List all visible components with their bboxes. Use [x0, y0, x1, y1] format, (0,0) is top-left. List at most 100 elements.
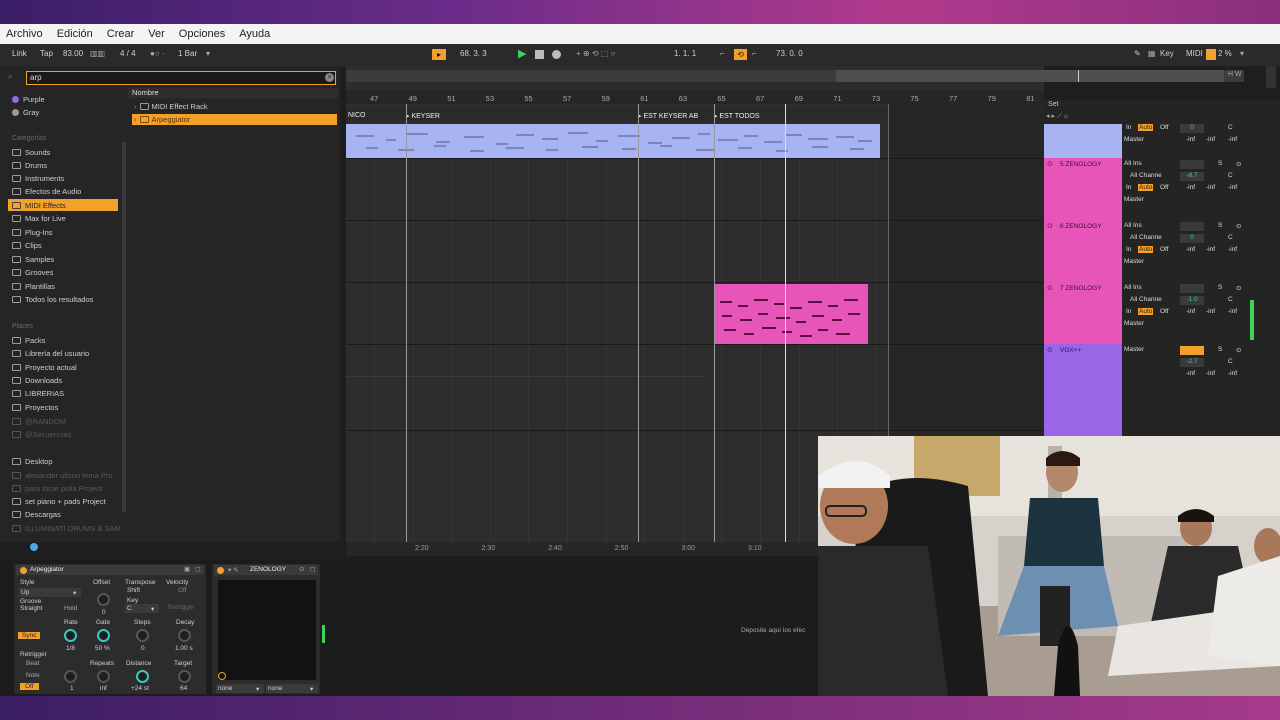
category-instruments[interactable]: Instruments	[12, 173, 64, 184]
loop-icon[interactable]: ⟲	[734, 49, 747, 60]
color-label-purple[interactable]: Purple	[12, 94, 45, 105]
power-icon[interactable]	[217, 567, 224, 574]
distance-knob[interactable]	[136, 670, 149, 683]
retrigger-knob[interactable]	[64, 670, 77, 683]
track-name-5[interactable]: 5 ZENOLOGY	[1060, 161, 1102, 168]
loop-start-field[interactable]: 1. 1. 1	[674, 49, 696, 58]
track-activator[interactable]	[1180, 346, 1204, 355]
metro-icon[interactable]: ▥▥	[90, 49, 105, 58]
retrigger-note[interactable]: Note	[26, 672, 40, 679]
decay-knob[interactable]	[178, 629, 191, 642]
monitor-auto[interactable]: Auto	[1138, 124, 1154, 131]
input-select[interactable]: All Ins	[1124, 222, 1142, 229]
monitor-auto[interactable]: Auto	[1138, 184, 1154, 191]
menu-ver[interactable]: Ver	[148, 28, 165, 40]
gate-knob[interactable]	[97, 629, 110, 642]
clear-search-icon[interactable]: ×	[325, 73, 334, 82]
track-name-6[interactable]: 6 ZENOLOGY	[1060, 223, 1102, 230]
place-user-library[interactable]: Librería del usuario	[12, 348, 89, 359]
arm-icon[interactable]: ⊙	[1236, 284, 1241, 292]
signature-field[interactable]: 4 / 4	[120, 49, 136, 58]
device-close-icon[interactable]: ◻	[195, 565, 200, 573]
track-activator[interactable]	[1180, 222, 1204, 231]
punch-out-icon[interactable]: ⌐	[752, 49, 757, 58]
track-toolbar-icon[interactable]: ◂ ▸ ⟋ ⌂	[1046, 112, 1121, 120]
steps-knob[interactable]	[136, 629, 149, 642]
channel-select[interactable]: All Channe	[1130, 296, 1162, 303]
category-max-for-live[interactable]: Max for Live	[12, 213, 66, 224]
fold-icon[interactable]: ⊙	[1047, 346, 1053, 354]
place-current-project[interactable]: Proyecto actual	[12, 362, 77, 373]
locator-est-keyser-ab[interactable]: ▸ EST KEYSER AB	[638, 112, 698, 120]
column-header-name[interactable]: Nombre	[128, 88, 338, 98]
output-select[interactable]: Master	[1124, 320, 1144, 327]
transpose-value[interactable]: Shift	[127, 587, 140, 594]
song-position[interactable]: 68. 3. 3	[460, 49, 487, 58]
result-midi-effect-rack[interactable]: › MIDI Effect Rack	[132, 101, 337, 112]
monitor-in[interactable]: In	[1126, 124, 1131, 131]
place-desktop[interactable]: Desktop	[12, 456, 53, 467]
solo-button[interactable]: S	[1218, 222, 1222, 229]
place-librerias[interactable]: LIBRERIAS	[12, 388, 64, 399]
input-select[interactable]: All Ins	[1124, 160, 1142, 167]
place-random[interactable]: @RANDOM	[12, 416, 66, 427]
pan-field[interactable]: C	[1228, 124, 1233, 131]
menu-archivo[interactable]: Archivo	[6, 28, 43, 40]
category-templates[interactable]: Plantillas	[12, 281, 55, 292]
pan-field[interactable]: C	[1228, 296, 1233, 303]
monitor-off[interactable]: Off	[1160, 124, 1169, 131]
track-name-vox[interactable]: VOX++	[1060, 347, 1081, 354]
plugin-edit-icon[interactable]	[218, 672, 226, 680]
key-map-icon[interactable]: ▦	[1148, 49, 1156, 58]
category-all-results[interactable]: Todos los resultados	[12, 294, 93, 305]
key-map-button[interactable]: Key	[1160, 49, 1174, 58]
arm-icon[interactable]: ⊙	[1236, 160, 1241, 168]
place-set-piano[interactable]: set piano + pads Project	[12, 496, 106, 507]
zoom-icon[interactable]: H W	[1228, 71, 1242, 78]
menu-crear[interactable]: Crear	[107, 28, 135, 40]
groove-value[interactable]: Straight	[20, 605, 42, 612]
tempo-field[interactable]: 83.00	[63, 49, 83, 58]
place-descargas[interactable]: Descargas	[12, 509, 61, 520]
track-header-1[interactable]	[1044, 124, 1122, 158]
midi-clip-pink[interactable]	[714, 284, 868, 344]
category-clips[interactable]: Clips	[12, 240, 42, 251]
track-header-vox[interactable]	[1044, 344, 1122, 436]
monitor-in[interactable]: In	[1126, 246, 1131, 253]
wrench-icon[interactable]: ▾ ✎	[228, 566, 239, 574]
monitor-off[interactable]: Off	[1160, 246, 1169, 253]
volume-field[interactable]: 0	[1180, 234, 1204, 243]
search-input[interactable]: arp	[26, 71, 336, 85]
channel-select[interactable]: All Channe	[1130, 234, 1162, 241]
monitor-in[interactable]: In	[1126, 184, 1131, 191]
locator-nico[interactable]: NICO	[348, 112, 366, 119]
place-packs[interactable]: Packs	[12, 335, 45, 346]
color-label-gray[interactable]: Gray	[12, 107, 39, 118]
midi-map-button[interactable]: MIDI	[1186, 49, 1203, 58]
record-dot-icon[interactable]: ●○ ·	[150, 49, 165, 58]
sync-button[interactable]: Sync	[18, 632, 41, 639]
velocity-retrigger[interactable]: Retrigger	[168, 604, 195, 611]
rate-knob[interactable]	[64, 629, 77, 642]
velocity-toggle[interactable]: Off	[178, 587, 187, 594]
category-audio-effects[interactable]: Efectos de Audio	[12, 186, 81, 197]
volume-field[interactable]: -1.0	[1180, 296, 1204, 305]
retrigger-off[interactable]: Off	[20, 683, 39, 690]
scroll-handle[interactable]	[1266, 66, 1276, 88]
place-secuencias[interactable]: @Secuencias	[12, 429, 71, 440]
pan-field[interactable]: C	[1228, 234, 1233, 241]
pan-field[interactable]: C	[1228, 358, 1233, 365]
monitor-auto[interactable]: Auto	[1138, 308, 1154, 315]
monitor-off[interactable]: Off	[1160, 184, 1169, 191]
target-knob[interactable]	[178, 670, 191, 683]
output-select[interactable]: Master	[1124, 258, 1144, 265]
input-select[interactable]: All Ins	[1124, 284, 1142, 291]
channel-select[interactable]: All Channe	[1130, 172, 1162, 179]
solo-button[interactable]: S	[1218, 346, 1222, 353]
locator-est-todos[interactable]: ▸ EST TODOS	[714, 112, 760, 120]
device-close-icon[interactable]: ◻	[310, 565, 315, 573]
offset-knob[interactable]	[97, 593, 110, 606]
locator-keyser[interactable]: ▸ KEYSER	[406, 112, 440, 120]
place-proyectos[interactable]: Proyectos	[12, 402, 58, 413]
plugin-display[interactable]	[218, 580, 316, 680]
